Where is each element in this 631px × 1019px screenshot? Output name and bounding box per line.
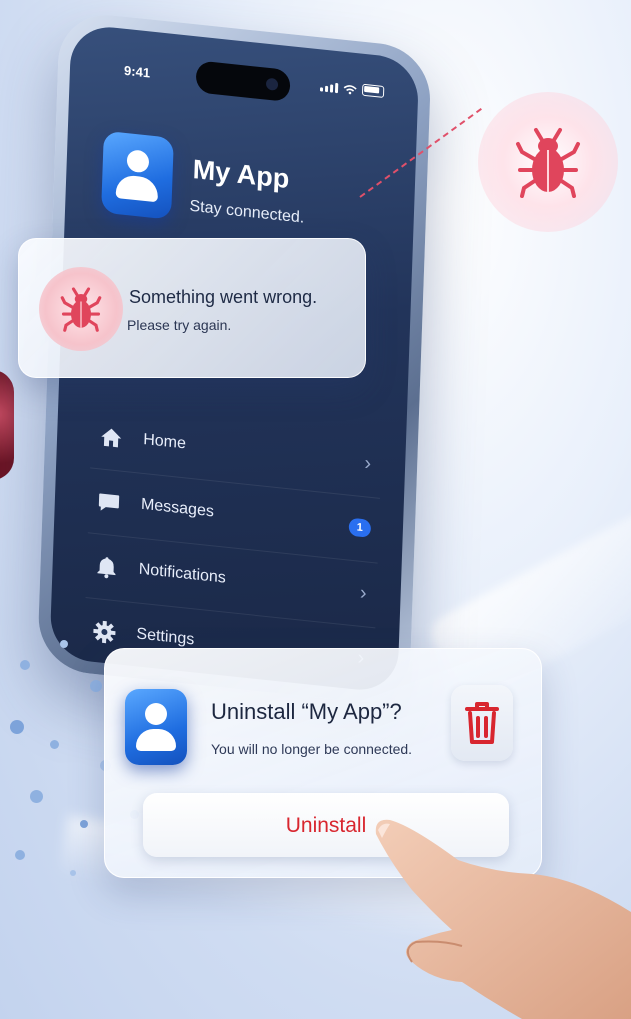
app-title: My App (192, 154, 290, 195)
signal-icon (319, 81, 339, 94)
app-tagline: Stay connected. (189, 197, 305, 227)
chevron-right-icon: › (359, 581, 367, 605)
home-icon (101, 428, 122, 448)
camera-icon (265, 77, 279, 91)
bell-icon (97, 557, 116, 579)
person-icon (145, 703, 167, 725)
error-toast[interactable]: Something went wrong. Please try again. (18, 238, 366, 378)
menu-item-label: Home (142, 431, 187, 453)
wifi-icon (343, 85, 357, 95)
bug-icon (60, 287, 102, 332)
status-icons (319, 79, 385, 98)
trash-icon-badge (451, 685, 513, 761)
bug-icon (516, 128, 580, 198)
error-title: Something went wrong. (129, 287, 318, 307)
dynamic-island (195, 60, 291, 103)
pointing-hand (375, 819, 631, 1019)
error-message: Please try again. (127, 317, 232, 333)
dialog-title: Uninstall “My App”? (211, 699, 402, 724)
bug-icon-badge (39, 267, 123, 351)
bug-bubble (478, 92, 618, 232)
menu-item-label: Messages (140, 495, 215, 521)
dialog-message: You will no longer be connected. (211, 741, 413, 757)
app-icon[interactable] (101, 130, 174, 220)
person-icon-body (136, 729, 176, 751)
trash-icon (465, 702, 499, 744)
battery-icon (361, 83, 385, 98)
status-time: 9:41 (123, 62, 151, 81)
person-icon-body (115, 174, 159, 203)
decorative-berry (0, 370, 14, 480)
chat-bubble-icon (98, 493, 120, 511)
chevron-right-icon: › (364, 452, 372, 475)
unread-badge: 1 (348, 517, 372, 538)
app-icon (125, 689, 187, 765)
person-icon (126, 149, 150, 174)
menu-item-label: Notifications (138, 560, 227, 587)
